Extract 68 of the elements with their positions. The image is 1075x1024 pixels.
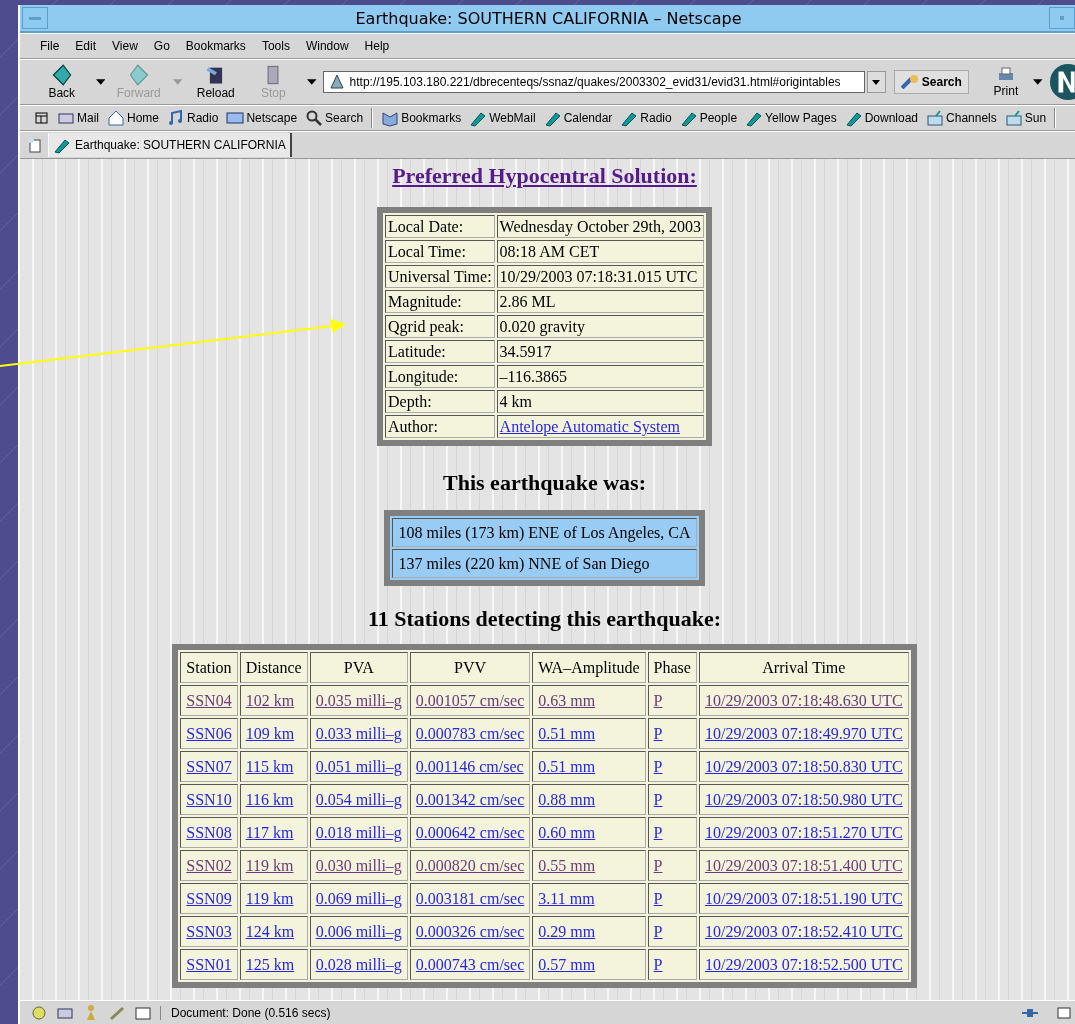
menu-item[interactable]: View	[106, 37, 144, 55]
field-value: 08:18 AM CET	[496, 240, 704, 263]
field-value: 2.86 ML	[496, 290, 704, 313]
toolbar-link[interactable]: Download	[841, 109, 922, 127]
toolbar-link[interactable]: WebMail	[466, 109, 539, 127]
menu-item[interactable]: Help	[358, 37, 396, 55]
toolbar-link[interactable]: Bookmarks	[378, 109, 465, 127]
page-heading[interactable]: Preferred Hypocentral Solution:	[392, 163, 697, 189]
toolbar-link[interactable]: People	[676, 109, 741, 127]
menu-item[interactable]: Go	[147, 37, 176, 55]
table-link[interactable]: P	[653, 758, 663, 775]
field-value: 4 km	[496, 390, 704, 413]
nav-button[interactable]: Reload	[188, 64, 244, 100]
location-text: 137 miles (220 km) NNE of San Diego	[391, 549, 698, 578]
toolbar-link[interactable]: Channels	[923, 109, 1000, 127]
column-header: PVV	[409, 652, 531, 683]
toolbar-link[interactable]: Search	[302, 109, 367, 127]
toolbar-link[interactable]: Mail	[54, 109, 102, 127]
field-value: Wednesday October 29th, 2003	[496, 215, 704, 238]
field-label: Local Date:	[385, 215, 495, 238]
field-value: 0.020 gravity	[496, 315, 704, 338]
menu-item[interactable]: Window	[299, 37, 355, 55]
nav-button[interactable]: Back	[34, 64, 90, 100]
column-header: Station	[180, 652, 238, 683]
table-link[interactable]: P	[653, 923, 663, 940]
field-label: Local Time:	[385, 240, 495, 263]
field-value: –116.3865	[496, 365, 704, 388]
menu-item[interactable]: Edit	[69, 37, 103, 55]
browser-tab[interactable]: Earthquake: SOUTHERN CALIFORNIA	[48, 133, 292, 157]
field-label: Qgrid peak:	[385, 315, 495, 338]
toolbar-link[interactable]: Netscape	[223, 109, 301, 127]
print-button[interactable]: Print	[984, 66, 1027, 98]
column-header: PVA	[309, 652, 408, 683]
field-value: 10/29/2003 07:18:31.015 UTC	[496, 265, 704, 288]
column-header: Distance	[239, 652, 308, 683]
toolbar-link[interactable]: Home	[104, 109, 163, 127]
location-text: 108 miles (173 km) ENE of Los Angeles, CA	[391, 518, 698, 547]
menu-item[interactable]: Bookmarks	[179, 37, 252, 55]
toolbar-link[interactable]: Radio	[164, 109, 222, 127]
section-heading: 11 Stations detecting this earthquake:	[367, 606, 722, 632]
table-link[interactable]: P	[653, 890, 663, 907]
address-field[interactable]: http://195.103.180.221/dbrecenteqs/ssnaz/quakes/2003302_evid31/evid31.html#origintables	[322, 71, 865, 93]
column-header: WA–Amplitude	[532, 652, 646, 683]
toolbar-link[interactable]: Radio	[617, 109, 675, 127]
table-link[interactable]: P	[653, 791, 663, 808]
field-label: Universal Time:	[385, 265, 495, 288]
table-link[interactable]: P	[653, 692, 663, 709]
toolbar-link[interactable]: Yellow Pages	[742, 109, 840, 127]
field-value: 34.5917	[496, 340, 704, 363]
window-title: Earthquake: SOUTHERN CALIFORNIA – Netscape	[354, 8, 743, 28]
status-text: Document: Done (0.516 secs)	[160, 1005, 1009, 1020]
field-label: Depth:	[385, 390, 495, 413]
table-link[interactable]: P	[653, 956, 663, 973]
menu-item[interactable]: File	[34, 37, 66, 55]
field-label: Latitude:	[385, 340, 495, 363]
search-button[interactable]: Search	[893, 70, 969, 94]
toolbar-link[interactable]: Sun	[1001, 109, 1050, 127]
column-header: Phase	[647, 652, 697, 683]
table-link[interactable]: P	[653, 725, 663, 742]
section-heading: This earthquake was:	[443, 470, 646, 496]
field-label: Longitude:	[385, 365, 495, 388]
toolbar-link[interactable]: Calendar	[540, 109, 616, 127]
field-label: Magnitude:	[385, 290, 495, 313]
table-link[interactable]: P	[653, 857, 663, 874]
table-link[interactable]: P	[653, 824, 663, 841]
menu-item[interactable]: Tools	[255, 37, 296, 55]
column-header: Arrival Time	[698, 652, 909, 683]
field-label: Author:	[385, 415, 495, 438]
